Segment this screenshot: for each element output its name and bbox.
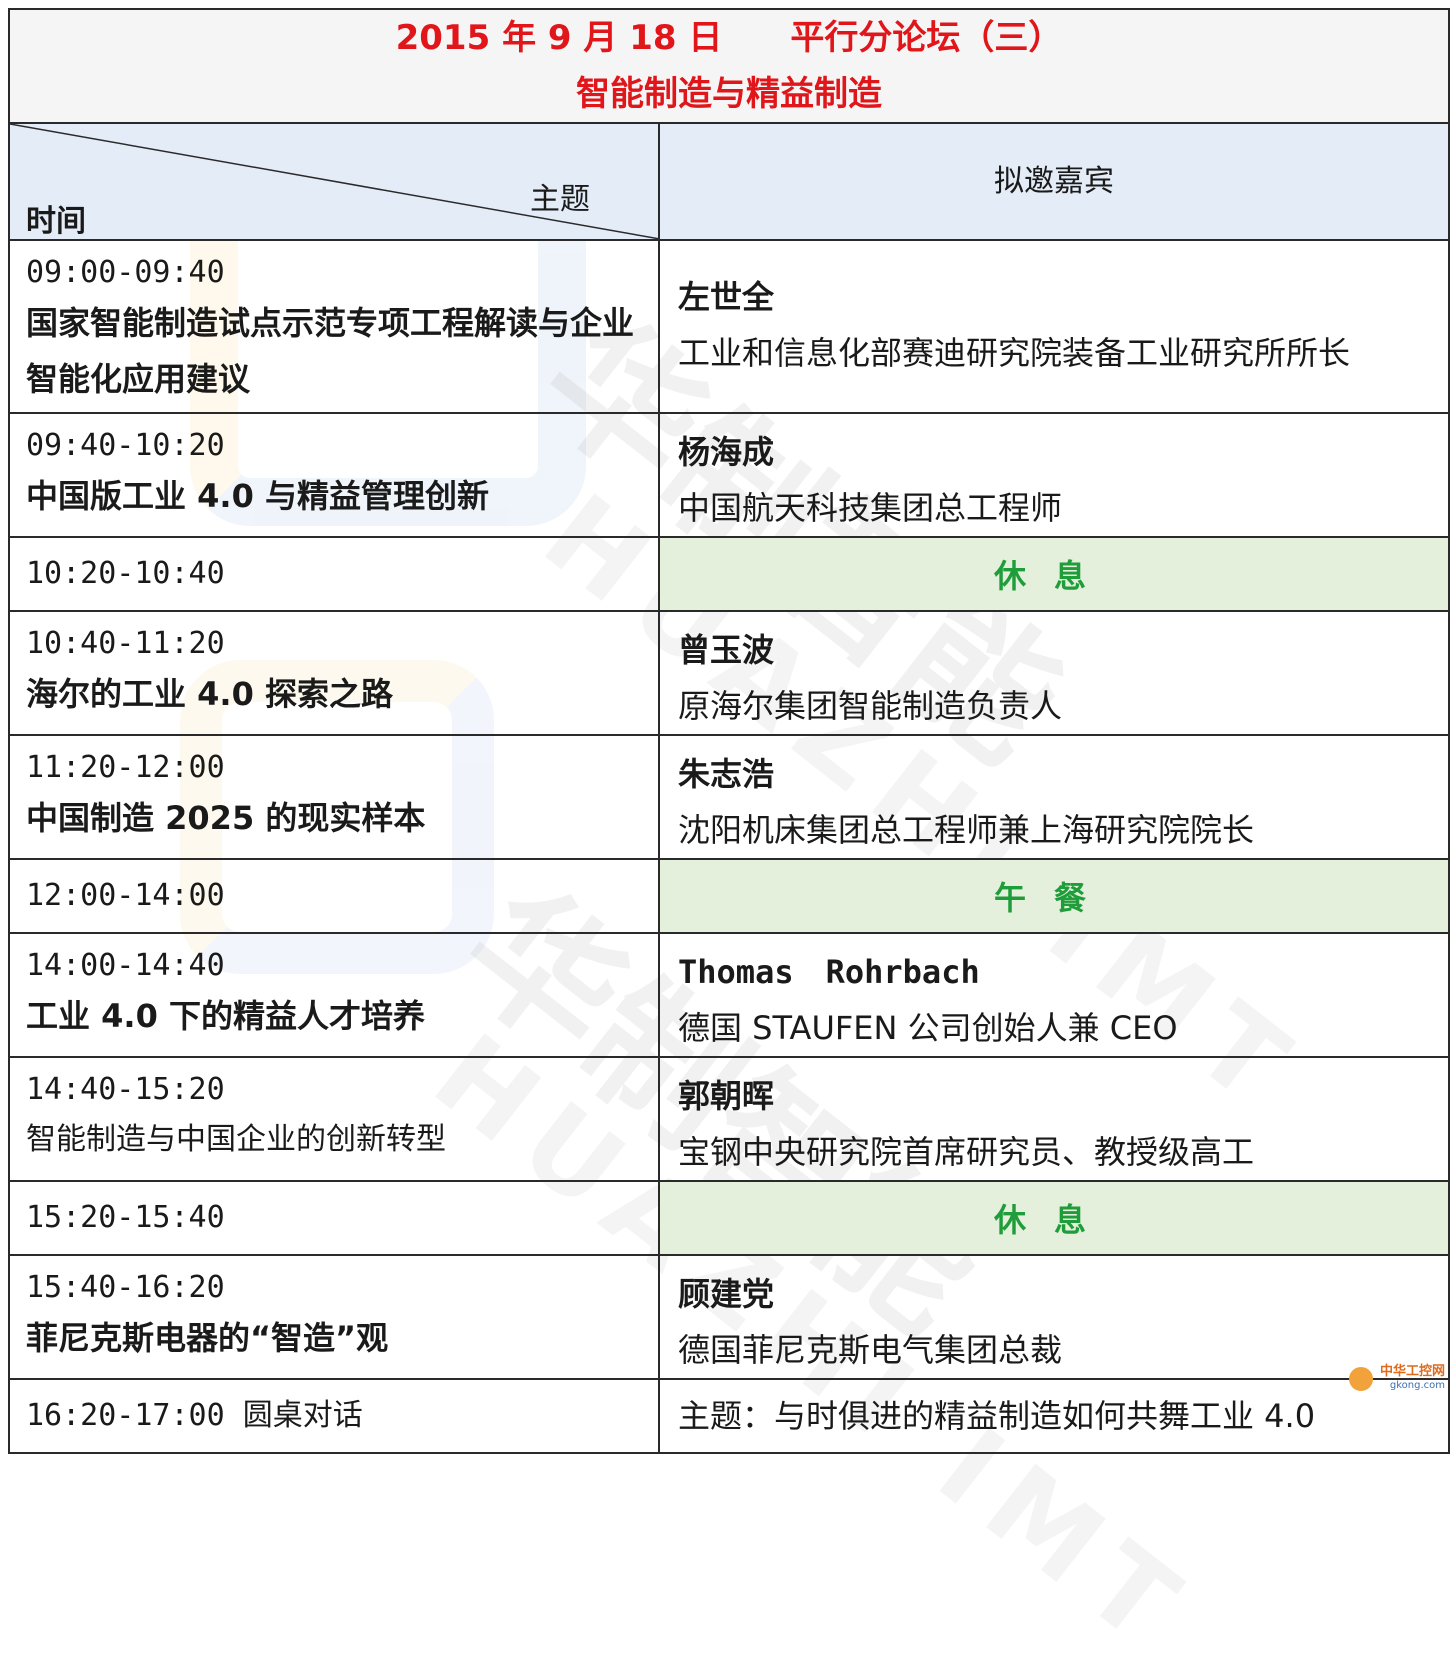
speaker-role: 工业和信息化部赛迪研究院装备工业研究所所长	[678, 334, 1351, 372]
table-row: 16:20-17:00 圆桌对话 主题：与时俱进的精益制造如何共舞工业 4.0	[8, 1378, 1451, 1454]
column-label-topic: 主题	[530, 182, 590, 217]
diagonal-header-cell: 主题 时间	[8, 122, 660, 241]
session-topic: 中国制造 2025 的现实样本	[26, 799, 426, 837]
speaker-role: 沈阳机床集团总工程师兼上海研究院院长	[678, 811, 1255, 849]
speaker-name: 曾玉波	[678, 631, 775, 669]
session-time: 10:40-11:20	[26, 626, 225, 661]
table-row: 15:40-16:20 菲尼克斯电器的“智造”观 顾建党 德国菲尼克斯电气集团总…	[8, 1254, 1451, 1380]
session-time: 15:40-16:20	[26, 1270, 225, 1305]
table-row-break: 15:20-15:40 休息	[8, 1180, 1451, 1256]
session-time: 14:40-15:20	[26, 1072, 225, 1107]
session-topic: 海尔的工业 4.0 探索之路	[26, 675, 393, 713]
corner-logo-url: gkong.com	[1389, 1380, 1445, 1391]
session-topic: 工业 4.0 下的精益人才培养	[26, 997, 425, 1035]
speaker-name: 顾建党	[678, 1275, 775, 1313]
session-topic: 中国版工业 4.0 与精益管理创新	[26, 477, 489, 515]
session-topic: 智能制造与中国企业的创新转型	[26, 1122, 446, 1157]
column-label-time: 时间	[26, 204, 86, 239]
break-label: 午餐	[657, 858, 1451, 934]
table-row: 09:00-09:40 国家智能制造试点示范专项工程解读与企业智能化应用建议 左…	[8, 239, 1451, 414]
table-row: 09:40-10:20 中国版工业 4.0 与精益管理创新 杨海成 中国航天科技…	[8, 412, 1451, 538]
table-row-break: 12:00-14:00 午餐	[8, 858, 1451, 934]
speaker-role: 德国 STAUFEN 公司创始人兼 CEO	[678, 1009, 1178, 1047]
session-time: 12:00-14:00	[26, 878, 225, 913]
speaker-name: 杨海成	[678, 433, 775, 471]
schedule-table: 2015 年 9 月 18 日 平行分论坛（三） 智能制造与精益制造 主题 时间…	[7, 8, 1451, 1454]
break-label: 休息	[657, 1180, 1451, 1256]
speaker-name: 郭朝晖	[678, 1077, 775, 1115]
corner-logo: 中华工控网 gkong.com	[1380, 1365, 1445, 1393]
table-row-break: 10:20-10:40 休息	[8, 536, 1451, 612]
speaker-role: 中国航天科技集团总工程师	[678, 489, 1063, 527]
speaker-name: Thomas Rohrbach	[678, 953, 980, 991]
speaker-role: 宝钢中央研究院首席研究员、教授级高工	[678, 1133, 1255, 1171]
table-title: 2015 年 9 月 18 日 平行分论坛（三） 智能制造与精益制造	[7, 8, 1451, 124]
corner-logo-name: 中华工控网	[1379, 1364, 1445, 1379]
speaker-role: 德国菲尼克斯电气集团总裁	[678, 1331, 1063, 1369]
session-time: 16:20-17:00 圆桌对话	[26, 1398, 363, 1433]
gear-icon	[1349, 1367, 1373, 1391]
speaker-name: 朱志浩	[678, 755, 775, 793]
session-topic: 菲尼克斯电器的“智造”观	[26, 1319, 389, 1357]
title-line-2: 智能制造与精益制造	[576, 74, 882, 114]
table-row: 14:40-15:20 智能制造与中国企业的创新转型 郭朝晖 宝钢中央研究院首席…	[8, 1056, 1451, 1182]
session-time: 09:40-10:20	[26, 428, 225, 463]
session-time: 15:20-15:40	[26, 1200, 225, 1235]
break-label: 休息	[657, 536, 1451, 612]
column-label-guest: 拟邀嘉宾	[657, 122, 1451, 241]
session-time: 09:00-09:40	[26, 255, 225, 290]
session-topic: 国家智能制造试点示范专项工程解读与企业智能化应用建议	[26, 304, 635, 398]
title-line-1: 2015 年 9 月 18 日 平行分论坛（三）	[395, 18, 1063, 58]
table-row: 14:00-14:40 工业 4.0 下的精益人才培养 Thomas Rohrb…	[8, 932, 1451, 1058]
speaker-name: 左世全	[678, 278, 775, 316]
roundtable-topic: 主题：与时俱进的精益制造如何共舞工业 4.0	[678, 1397, 1316, 1435]
session-time: 10:20-10:40	[26, 556, 225, 591]
speaker-role: 原海尔集团智能制造负责人	[678, 687, 1063, 725]
table-row: 10:40-11:20 海尔的工业 4.0 探索之路 曾玉波 原海尔集团智能制造…	[8, 610, 1451, 736]
session-time: 14:00-14:40	[26, 948, 225, 983]
session-time: 11:20-12:00	[26, 750, 225, 785]
table-row: 11:20-12:00 中国制造 2025 的现实样本 朱志浩 沈阳机床集团总工…	[8, 734, 1451, 860]
